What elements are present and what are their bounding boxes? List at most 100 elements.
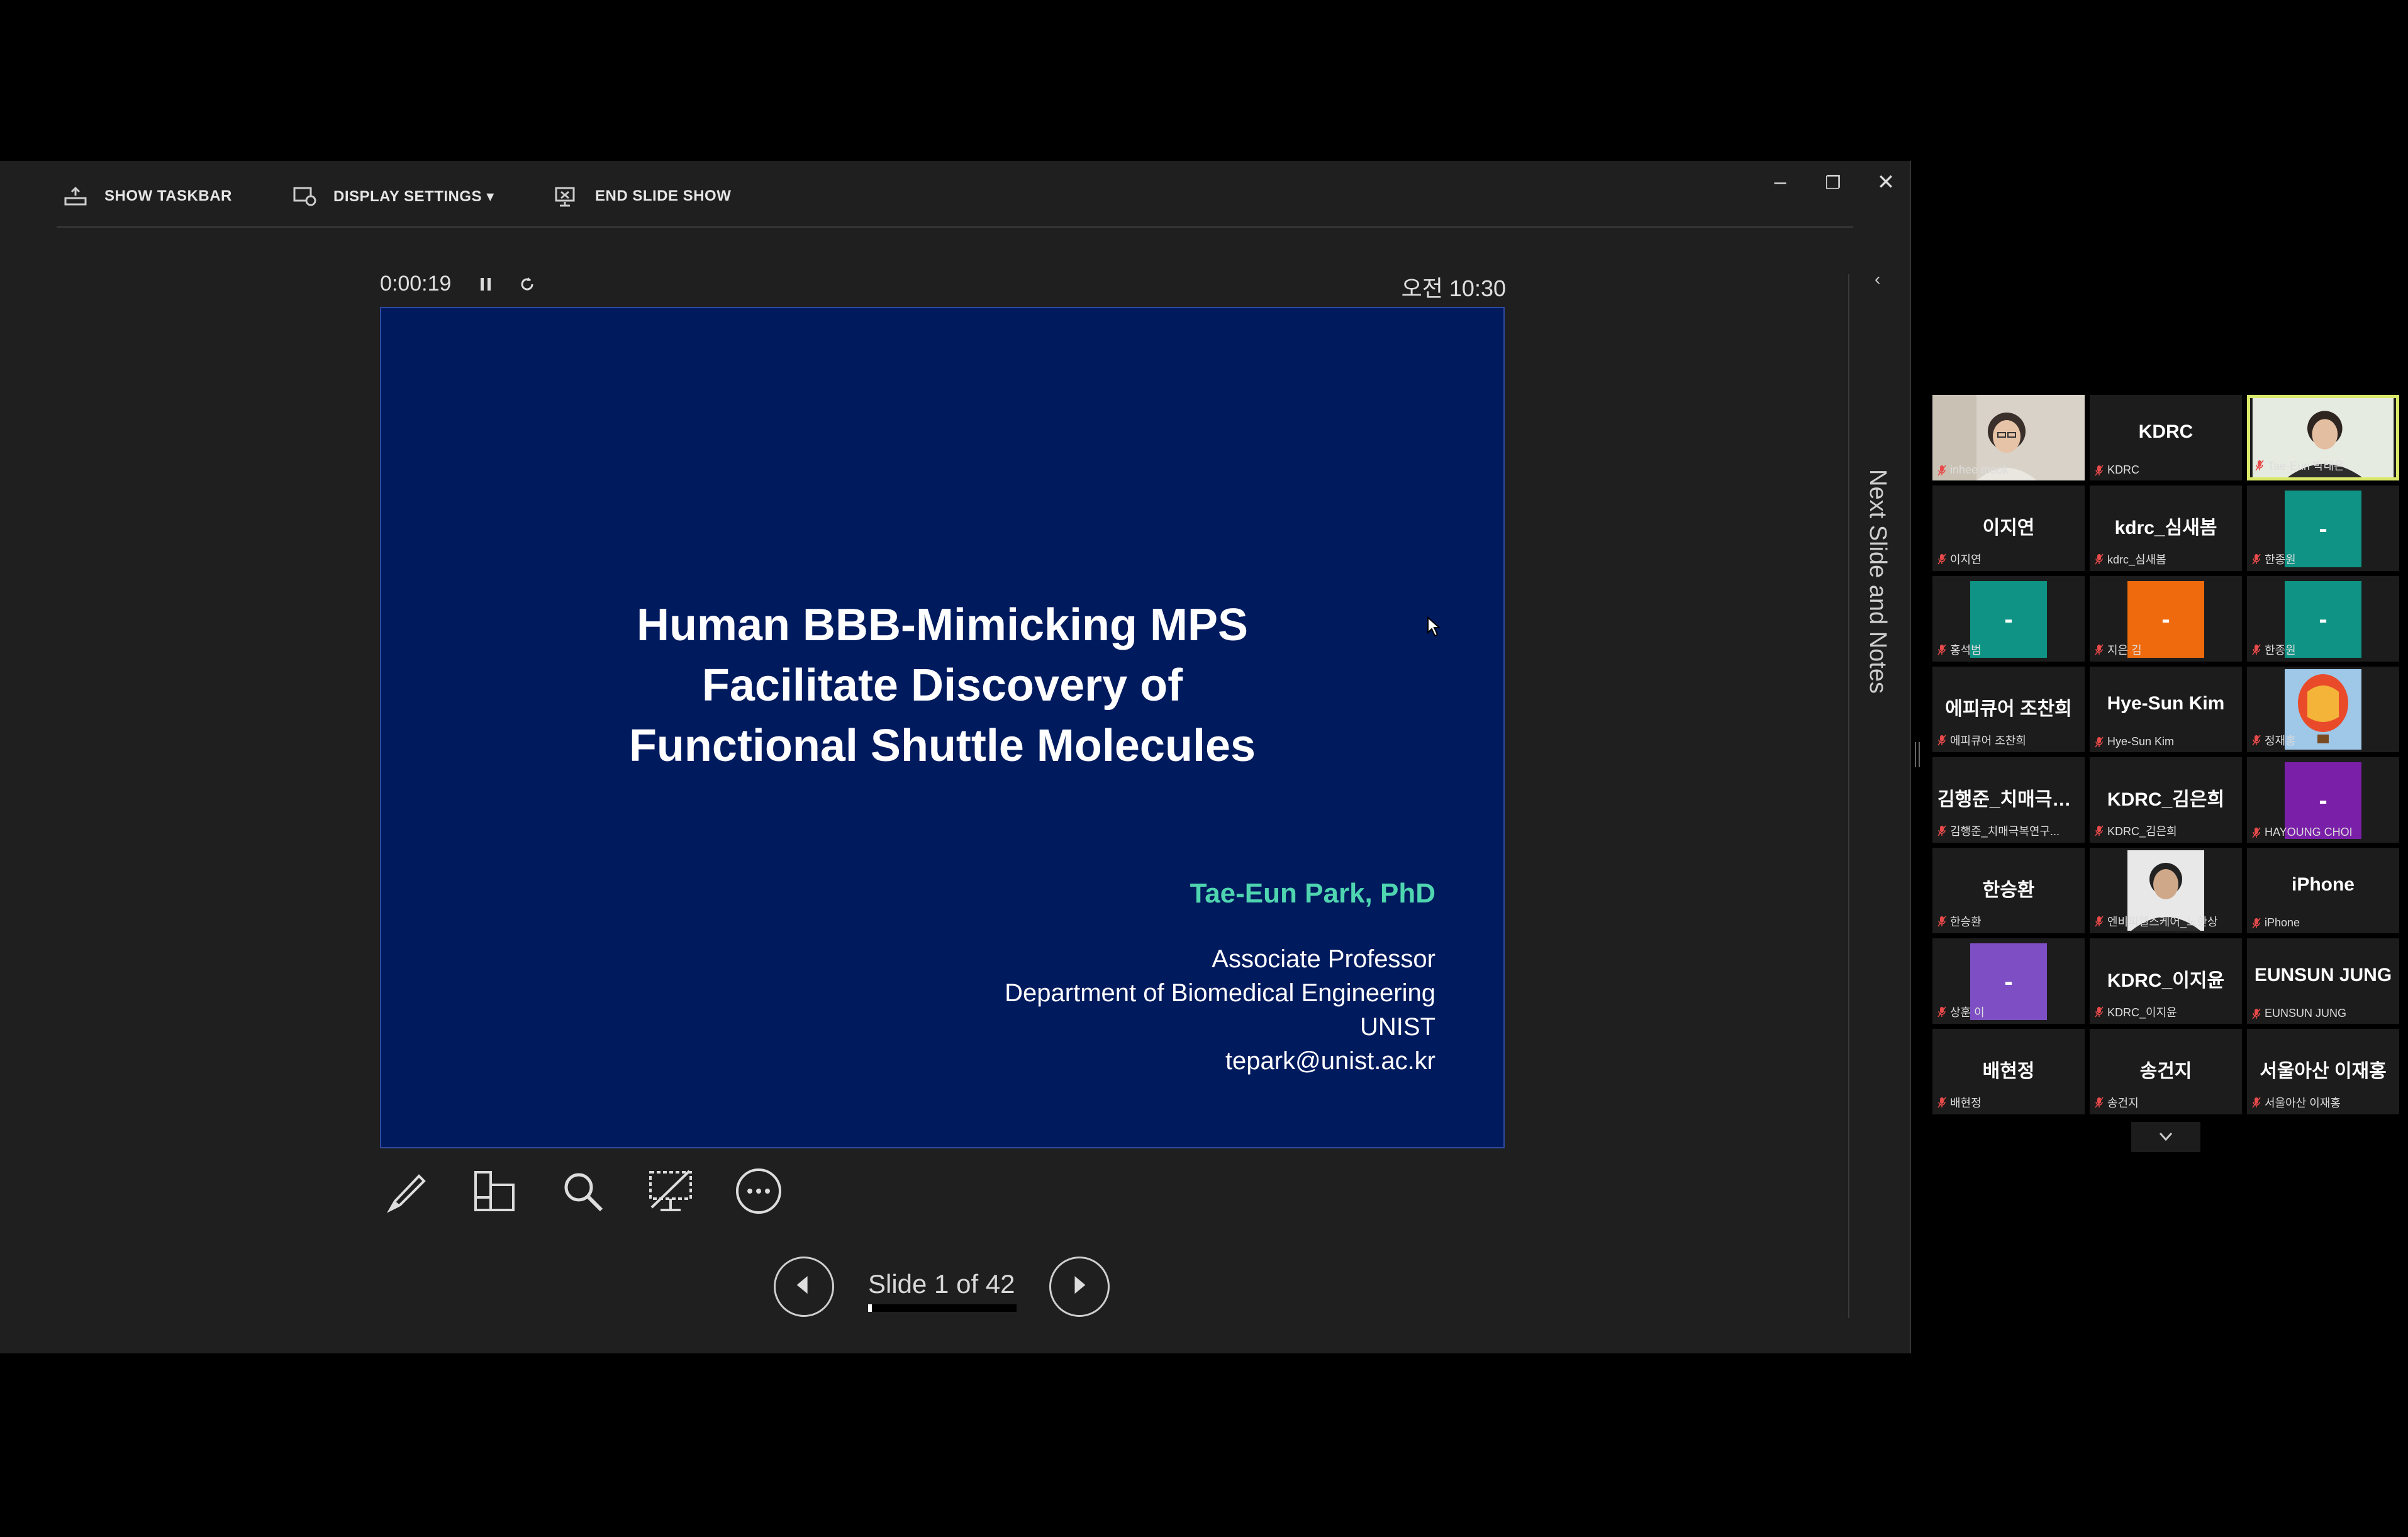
participant-name-label: 한종원 [2252, 641, 2296, 658]
participant-label-text: inhee mook [1950, 463, 2009, 476]
more-options-button[interactable] [732, 1165, 785, 1218]
muted-mic-icon [1937, 735, 1946, 746]
end-slide-show-icon [555, 187, 575, 207]
participant-display-name: 한승환 [1982, 880, 2035, 901]
display-settings-button[interactable]: DISPLAY SETTINGS ▾ [292, 184, 494, 209]
display-settings-icon [293, 187, 316, 206]
notes-divider [1848, 274, 1849, 1318]
elapsed-timer: 0:00:19 [380, 272, 452, 296]
participant-name-label: 이지연 [1937, 551, 1982, 567]
participant-name-label: Hye-Sun Kim [2095, 735, 2174, 748]
restore-icon[interactable]: ❐ [1814, 172, 1852, 193]
participant-label-text: KDRC_김은희 [2107, 825, 2177, 838]
participant-tile[interactable]: - 한종원 [2247, 486, 2399, 571]
participant-name-label: inhee mook [1937, 463, 2009, 477]
black-screen-button[interactable] [644, 1165, 697, 1218]
participant-tile[interactable]: 송건지 송건지 [2090, 1029, 2242, 1114]
show-more-participants-button[interactable] [2131, 1122, 2200, 1152]
participant-tile[interactable]: Tae-Eun 박태은 [2247, 395, 2399, 480]
muted-mic-icon [2095, 736, 2104, 747]
participant-tile[interactable]: 김행준_치매극복... 김행준_치매극복연구... [1932, 757, 2085, 843]
participant-label-text: Hye-Sun Kim [2107, 735, 2175, 748]
participant-display-name: 배현정 [1982, 1061, 2035, 1082]
participant-label-text: 한승환 [1950, 916, 1982, 928]
show-taskbar-button[interactable]: SHOW TASKBAR [63, 184, 232, 209]
participant-label-text: 배현정 [1950, 1097, 1982, 1109]
chevron-right-icon [1074, 1276, 1086, 1294]
participant-tile[interactable]: 한승환 한승환 [1932, 848, 2085, 933]
participant-name-label: 서울아산 이재홍 [2252, 1094, 2341, 1111]
slide-tools [380, 1165, 785, 1221]
participant-label-text: 에피큐어 조찬희 [1950, 735, 2026, 747]
participant-tile[interactable]: KDRC_김은희 KDRC_김은희 [2090, 757, 2242, 843]
pause-icon[interactable] [476, 274, 496, 294]
participant-name-label: 에피큐어 조찬희 [1937, 732, 2026, 748]
participant-label-text: 김행준_치매극복연구... [1950, 825, 2060, 838]
participant-label-text: 이지연 [1950, 553, 1982, 566]
restart-timer-icon[interactable] [517, 274, 537, 294]
participant-tile[interactable]: - HAYOUNG CHOI [2247, 757, 2399, 843]
participant-label-text: 한종원 [2265, 644, 2296, 657]
participant-label-text: 지은 김 [2107, 644, 2142, 657]
participant-tile[interactable]: 서울아산 이재홍 서울아산 이재홍 [2247, 1029, 2399, 1114]
participant-tile[interactable]: 정재홍 [2247, 667, 2399, 752]
participant-tile[interactable]: KDRC KDRC [2090, 395, 2242, 480]
muted-mic-icon [1937, 553, 1946, 565]
presenter-view-window: SHOW TASKBAR DISPLAY SETTINGS ▾ END SLID… [0, 161, 1911, 1353]
affiliation-line: Associate Professor [1212, 945, 1435, 973]
zoom-button[interactable] [556, 1165, 609, 1218]
slide-author: Tae-Eun Park, PhD [1190, 878, 1435, 909]
participant-label-text: iPhone [2265, 916, 2300, 929]
pen-icon [386, 1174, 426, 1213]
see-all-slides-button[interactable] [468, 1165, 521, 1218]
muted-mic-icon [2095, 553, 2104, 565]
muted-mic-icon [2252, 918, 2261, 928]
participant-tile[interactable]: iPhone iPhone [2247, 848, 2399, 933]
muted-mic-icon [1937, 1097, 1946, 1108]
participant-name-label: kdrc_심새봄 [2095, 551, 2166, 567]
slide-title-line: Facilitate Discovery of [701, 660, 1183, 711]
next-slide-and-notes-toggle[interactable]: Next Slide and Notes [1864, 469, 1891, 694]
participant-tile[interactable]: kdrc_심새봄 kdrc_심새봄 [2090, 486, 2242, 571]
participant-name-label: iPhone [2252, 916, 2300, 929]
current-slide[interactable]: Human BBB-Mimicking MPS Facilitate Disco… [380, 307, 1505, 1148]
participant-tile[interactable]: - 홍석범 [1932, 576, 2085, 662]
participant-tile[interactable]: - 지은 김 [2090, 576, 2242, 662]
close-icon[interactable]: ✕ [1867, 170, 1905, 195]
end-slide-show-button[interactable]: END SLIDE SHOW [554, 184, 731, 209]
participant-tile[interactable]: Hye-Sun Kim Hye-Sun Kim [2090, 667, 2242, 752]
participant-name-label: 정재홍 [2252, 732, 2296, 748]
chevron-left-icon[interactable]: ‹ [1875, 269, 1880, 289]
pen-tool-button[interactable] [380, 1165, 433, 1218]
next-slide-button[interactable] [1049, 1257, 1110, 1317]
participant-label-text: 한종원 [2265, 553, 2296, 566]
participant-avatar: - [1970, 581, 2047, 658]
participant-tile[interactable]: - 한종원 [2247, 576, 2399, 662]
participant-tile[interactable]: EUNSUN JUNG EUNSUN JUNG [2247, 938, 2399, 1024]
participant-tile[interactable]: inhee mook [1932, 395, 2085, 480]
participant-tile[interactable]: KDRC_이지윤 KDRC_이지윤 [2090, 938, 2242, 1024]
show-taskbar-label: SHOW TASKBAR [104, 187, 232, 204]
participant-name-label: 배현정 [1937, 1094, 1982, 1111]
participant-display-name: KDRC [2138, 421, 2193, 442]
participant-label-text: Tae-Eun 박태은 [2268, 460, 2344, 472]
grid-icon [474, 1171, 515, 1211]
participant-avatar: - [2285, 491, 2361, 567]
muted-mic-icon [2252, 1097, 2261, 1108]
participant-tile[interactable]: 이지연 이지연 [1932, 486, 2085, 571]
participant-tile[interactable]: - 상훈 이 [1932, 938, 2085, 1024]
participant-tile[interactable]: 엔비피헬스케어_노한상 [2090, 848, 2242, 933]
presenter-toolbar: SHOW TASKBAR DISPLAY SETTINGS ▾ END SLID… [57, 161, 1853, 228]
panel-splitter-handle[interactable] [1915, 742, 1920, 767]
participant-avatar: - [2285, 581, 2361, 658]
participant-tile[interactable]: 배현정 배현정 [1932, 1029, 2085, 1114]
participant-display-name: 송건지 [2139, 1061, 2192, 1082]
muted-mic-icon [2252, 644, 2261, 655]
minimize-icon[interactable]: – [1761, 170, 1799, 194]
muted-mic-icon [2095, 1006, 2104, 1018]
participant-display-name: KDRC_이지윤 [2107, 970, 2225, 991]
taskbar-icon [64, 186, 87, 206]
participant-tile[interactable]: 에피큐어 조찬희 에피큐어 조찬희 [1932, 667, 2085, 752]
muted-mic-icon [1937, 1006, 1946, 1018]
previous-slide-button[interactable] [774, 1257, 834, 1317]
